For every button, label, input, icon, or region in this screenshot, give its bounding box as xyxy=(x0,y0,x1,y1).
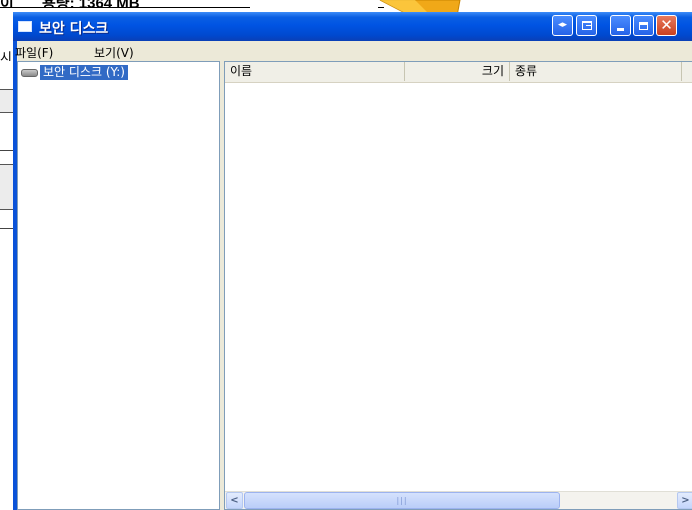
column-header-name[interactable]: 이름 xyxy=(225,62,405,81)
background-strip xyxy=(0,164,14,210)
minimize-button[interactable] xyxy=(610,15,631,36)
column-header-extra[interactable] xyxy=(682,62,692,81)
extra-tray-button[interactable]: ◂▸ xyxy=(552,15,573,36)
background-strip xyxy=(0,89,14,113)
menu-file[interactable]: 파일(F) xyxy=(15,44,53,61)
scroll-left-button[interactable]: < xyxy=(226,492,243,509)
arrows-icon: ◂▸ xyxy=(557,20,568,30)
window-title: 보안 디스크 xyxy=(39,21,109,37)
menu-bar: 파일(F) 보기(V) xyxy=(15,41,692,61)
background-divider xyxy=(0,7,250,8)
column-header-type[interactable]: 종류 xyxy=(510,62,682,81)
folder-tree[interactable]: 보안 디스크 (Y:) xyxy=(17,61,220,510)
background-divider xyxy=(0,228,14,229)
file-list[interactable]: 이름 크기 종류 < ||| > xyxy=(224,61,692,510)
tree-item-secure-disk[interactable]: 보안 디스크 (Y:) xyxy=(20,64,128,80)
minimize-icon xyxy=(617,28,624,31)
secure-disk-window: 보안 디스크 ◂▸ ✕ 파일(F) 보기(V) 보안 디스크 (Y:) 이름 크… xyxy=(13,12,692,510)
restore-button[interactable] xyxy=(576,15,597,36)
scroll-right-button[interactable]: > xyxy=(677,492,692,509)
maximize-button[interactable] xyxy=(633,15,654,36)
restore-icon xyxy=(581,21,592,30)
background-divider xyxy=(0,150,14,151)
column-header-size[interactable]: 크기 xyxy=(405,62,510,81)
window-icon xyxy=(18,21,32,32)
background-edge-label: 시 xyxy=(0,51,12,61)
title-bar[interactable]: 보안 디스크 ◂▸ ✕ xyxy=(13,12,692,41)
menu-view[interactable]: 보기(V) xyxy=(94,44,134,61)
close-button[interactable]: ✕ xyxy=(656,15,677,36)
maximize-icon xyxy=(639,21,648,30)
list-header: 이름 크기 종류 xyxy=(225,62,692,83)
scroll-thumb[interactable]: ||| xyxy=(244,492,560,509)
horizontal-scrollbar[interactable]: < ||| > xyxy=(225,491,692,509)
tree-item-label: 보안 디스크 (Y:) xyxy=(40,64,128,80)
drive-icon xyxy=(20,67,38,77)
close-icon: ✕ xyxy=(660,16,673,34)
